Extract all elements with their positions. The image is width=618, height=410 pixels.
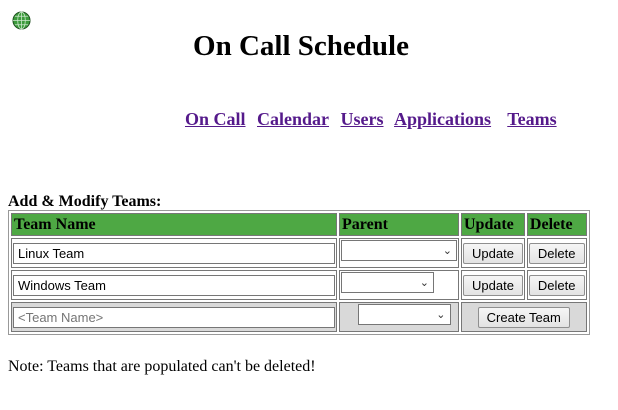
nav-link-calendar[interactable]: Calendar: [257, 109, 329, 129]
chevron-down-icon: ⌄: [419, 276, 429, 289]
page-title: On Call Schedule: [193, 30, 409, 62]
delete-button[interactable]: Delete: [528, 242, 585, 264]
note-text: Note: Teams that are populated can't be …: [8, 358, 316, 375]
new-team-parent-select[interactable]: ⌄: [357, 304, 451, 325]
nav-link-on-call[interactable]: On Call: [185, 109, 246, 129]
delete-cell: Delete: [526, 270, 587, 300]
section-label: Add & Modify Teams:: [8, 193, 162, 210]
parent-cell: ⌄: [339, 238, 459, 268]
column-header-parent: Parent: [339, 213, 459, 236]
team-name-input[interactable]: [13, 274, 335, 296]
column-header-update: Update: [461, 213, 525, 236]
parent-select[interactable]: ⌄: [341, 240, 457, 261]
teams-table: Team Name Parent Update Delete ⌄ Update …: [8, 210, 590, 335]
table-row: ⌄ Update Delete: [11, 270, 587, 300]
globe-icon: [12, 11, 31, 30]
new-parent-cell: ⌄: [339, 302, 459, 332]
team-name-input[interactable]: [13, 242, 335, 264]
nav-link-applications[interactable]: Applications: [394, 109, 491, 129]
table-header-row: Team Name Parent Update Delete: [11, 213, 587, 236]
nav-link-users[interactable]: Users: [341, 109, 384, 129]
parent-cell: ⌄: [339, 270, 459, 300]
table-row: ⌄ Update Delete: [11, 238, 587, 268]
column-header-delete: Delete: [526, 213, 587, 236]
new-team-name-cell: [11, 302, 337, 332]
create-team-button[interactable]: Create Team: [477, 306, 570, 328]
nav-link-teams[interactable]: Teams: [507, 109, 556, 129]
update-button[interactable]: Update: [463, 274, 523, 296]
delete-button[interactable]: Delete: [528, 274, 585, 296]
chevron-down-icon: ⌄: [436, 308, 446, 321]
parent-select[interactable]: ⌄: [341, 272, 434, 293]
team-name-cell: [11, 238, 337, 268]
create-cell: Create Team: [461, 302, 587, 332]
chevron-down-icon: ⌄: [442, 244, 452, 257]
team-name-cell: [11, 270, 337, 300]
new-team-name-input[interactable]: [13, 306, 335, 328]
update-cell: Update: [461, 238, 525, 268]
main-nav: On Call Calendar Users Applications Team…: [185, 109, 564, 130]
delete-cell: Delete: [526, 238, 587, 268]
new-team-row: ⌄ Create Team: [11, 302, 587, 332]
update-cell: Update: [461, 270, 525, 300]
column-header-team-name: Team Name: [11, 213, 337, 236]
update-button[interactable]: Update: [463, 242, 523, 264]
